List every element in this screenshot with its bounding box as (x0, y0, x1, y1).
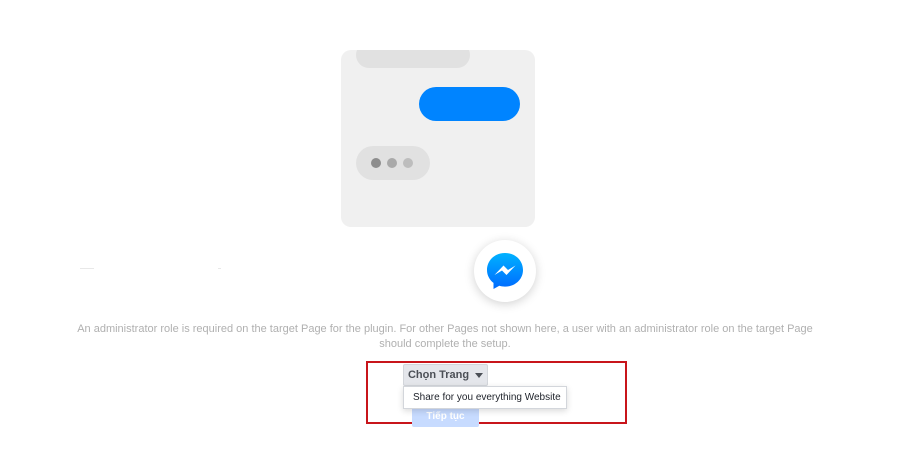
continue-label: Tiếp tục (426, 411, 465, 422)
admin-role-notice: An administrator role is required on the… (60, 322, 830, 352)
notice-line: should complete the setup. (379, 338, 511, 350)
choose-page-label: Chọn Trang (407, 369, 470, 381)
typing-dot (371, 158, 381, 168)
received-message-bubble (356, 50, 470, 68)
choose-page-dropdown-button[interactable]: Chọn Trang (403, 364, 488, 386)
divider (80, 268, 94, 269)
messenger-logo-badge (474, 240, 536, 302)
typing-indicator (356, 146, 430, 180)
chat-illustration (341, 50, 535, 227)
dropdown-option-page[interactable]: Share for you everything Website (413, 392, 561, 403)
typing-dot (387, 158, 397, 168)
sent-message-bubble (419, 87, 520, 121)
divider (218, 268, 221, 269)
messenger-icon (487, 253, 523, 289)
caret-down-icon (475, 372, 484, 378)
page-dropdown-menu: Share for you everything Website (403, 386, 567, 409)
typing-dot (403, 158, 413, 168)
notice-line: An administrator role is required on the… (77, 323, 813, 335)
